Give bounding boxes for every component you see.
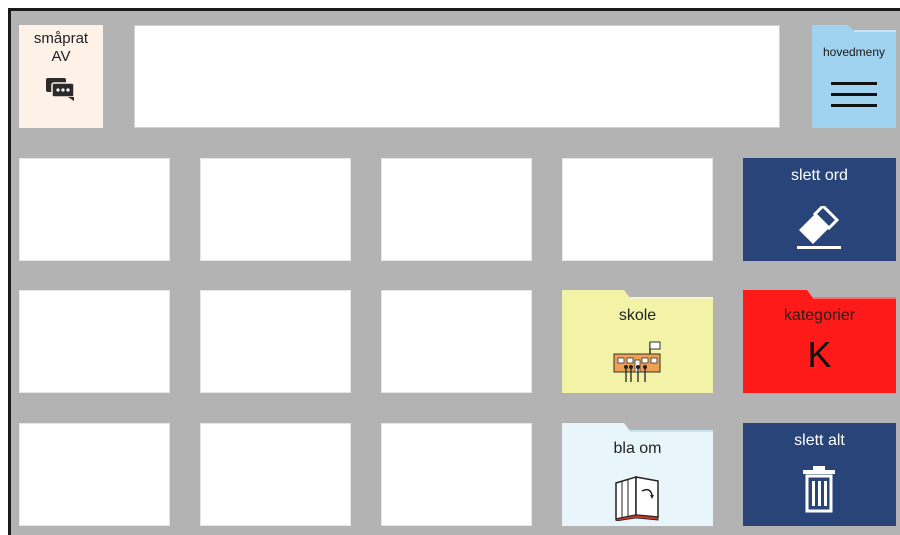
- empty-tile[interactable]: [19, 158, 170, 261]
- delete-word-label: slett ord: [791, 167, 848, 184]
- delete-all-button[interactable]: slett alt: [743, 423, 896, 526]
- empty-tile[interactable]: [19, 423, 170, 526]
- delete-word-button[interactable]: slett ord: [743, 158, 896, 261]
- delete-all-label: slett alt: [794, 432, 845, 449]
- empty-tile[interactable]: [381, 423, 532, 526]
- turn-page-label: bla om: [613, 440, 662, 457]
- empty-tile[interactable]: [200, 423, 351, 526]
- hamburger-menu-icon: [831, 82, 877, 107]
- main-menu-button[interactable]: hovedmeny: [812, 25, 896, 128]
- open-book-icon: [615, 475, 659, 521]
- empty-tile[interactable]: [19, 290, 170, 393]
- message-bar[interactable]: [134, 25, 780, 128]
- school-building-icon: [613, 341, 661, 382]
- empty-tile[interactable]: [200, 290, 351, 393]
- letter-k-icon: K: [807, 334, 832, 375]
- trash-can-icon: [803, 466, 835, 513]
- empty-tile[interactable]: [381, 158, 532, 261]
- eraser-icon: [797, 206, 841, 249]
- empty-tile[interactable]: [562, 158, 713, 261]
- school-label: skole: [618, 307, 657, 324]
- categories-folder-button[interactable]: kategorier K: [743, 290, 896, 393]
- folder-shape: [812, 25, 896, 128]
- small-talk-state: AV: [51, 48, 71, 65]
- categories-label: kategorier: [783, 307, 856, 324]
- turn-page-button[interactable]: bla om: [562, 423, 713, 526]
- small-talk-label: småprat: [33, 30, 89, 47]
- empty-tile[interactable]: [200, 158, 351, 261]
- main-menu-label: hovedmeny: [822, 45, 886, 59]
- chat-bubbles-icon: [46, 78, 75, 101]
- empty-tile[interactable]: [381, 290, 532, 393]
- school-folder-button[interactable]: skole: [562, 290, 713, 393]
- small-talk-toggle-button[interactable]: småprat AV: [19, 25, 103, 128]
